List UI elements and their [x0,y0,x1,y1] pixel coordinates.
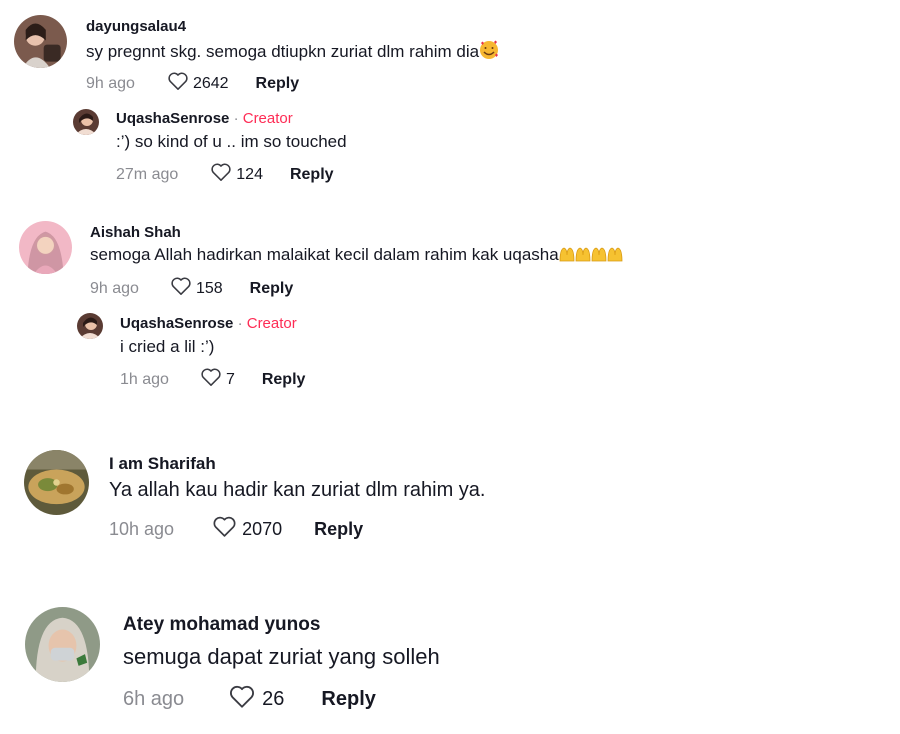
reply-time: 1h ago [120,370,169,388]
comment-meta: 6h ago 26 Reply [123,684,376,715]
like-count: 124 [236,165,263,183]
like-count: 2070 [242,518,283,539]
comment-username[interactable]: dayungsalau4 [86,18,186,35]
creator-badge: Creator [246,315,297,332]
reply-text: i cried a lil :’) [120,337,215,356]
comment-username[interactable]: Atey mohamad yunos [123,614,320,636]
comment-time: 9h ago [90,279,139,297]
like-button[interactable]: 158 [170,276,223,301]
comment-text: semoga Allah hadirkan malaikat kecil dal… [90,245,623,268]
heart-outline-icon[interactable] [200,367,222,392]
reply-button[interactable]: Reply [250,280,294,298]
like-button[interactable]: 7 [200,367,235,392]
comment-text: Ya allah kau hadir kan zuriat dlm rahim … [109,479,486,501]
like-count: 158 [195,279,223,297]
separator-dot: · [233,110,239,127]
reply-time: 27m ago [116,165,179,183]
reply-text: :’) so kind of u .. im so touched [116,132,347,151]
heart-outline-icon[interactable] [167,71,189,96]
reply-button[interactable]: Reply [262,371,306,389]
reply-button[interactable]: Reply [321,688,375,711]
heart-outline-icon[interactable] [170,276,192,301]
creator-username[interactable]: UqashaSenrose [120,315,233,332]
comment-meta: 9h ago 2642 Reply [86,71,299,96]
like-count: 7 [225,370,235,388]
avatar[interactable] [24,450,89,515]
reply-button[interactable]: Reply [290,166,334,184]
reply-username: UqashaSenrose · Creator [120,315,297,332]
like-button[interactable]: 2642 [167,71,229,96]
avatar[interactable] [25,607,100,682]
like-button[interactable]: 124 [210,162,263,187]
comment-text: sy pregnnt skg. semoga dtiupkn zuriat dl… [86,40,499,65]
comment-time: 6h ago [123,688,185,710]
reply-button[interactable]: Reply [314,519,363,540]
comment-time: 9h ago [86,74,135,92]
comment-text-body: sy pregnnt skg. semoga dtiupkn zuriat dl… [86,42,480,61]
reply-button[interactable]: Reply [256,75,300,93]
reply-meta: 27m ago 124 Reply [116,162,334,187]
heart-outline-icon[interactable] [210,162,232,187]
separator-dot: · [237,315,243,332]
reply-meta: 1h ago 7 Reply [120,367,305,392]
comment-text: semuga dapat zuriat yang solleh [123,644,440,669]
like-count: 26 [262,688,285,710]
comment-meta: 9h ago 158 Reply [90,276,293,301]
creator-username[interactable]: UqashaSenrose [116,110,229,127]
creator-badge: Creator [242,110,293,127]
like-count: 2642 [192,74,229,92]
smiling-face-with-hearts-icon [479,40,499,65]
avatar[interactable] [14,15,67,68]
comment-username[interactable]: Aishah Shah [90,224,181,241]
avatar[interactable] [19,221,72,274]
reply-username: UqashaSenrose · Creator [116,110,293,127]
like-button[interactable]: 26 [228,684,284,715]
comment-text-body: semoga Allah hadirkan malaikat kecil dal… [90,245,559,264]
like-button[interactable]: 2070 [212,515,282,543]
avatar[interactable] [77,313,103,339]
heart-outline-icon[interactable] [228,684,256,715]
comment-meta: 10h ago 2070 Reply [109,515,363,543]
comment-time: 10h ago [109,518,175,539]
avatar[interactable] [73,109,99,135]
comment-username[interactable]: I am Sharifah [109,454,216,474]
heart-outline-icon[interactable] [212,515,237,543]
palms-up-together-icon [559,245,623,268]
